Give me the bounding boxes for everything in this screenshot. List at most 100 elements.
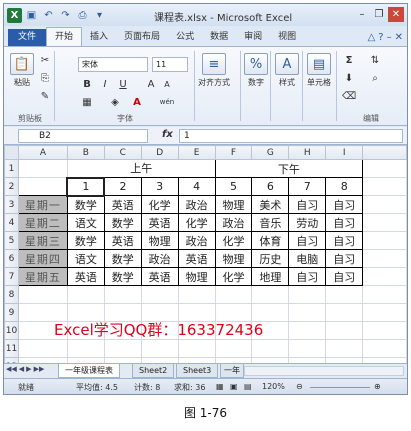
period-header[interactable]: 2 [103, 177, 142, 196]
schedule-cell[interactable]: 数学 [103, 249, 142, 268]
schedule-cell[interactable]: 英语 [177, 249, 216, 268]
save-icon[interactable]: ▣ [24, 8, 39, 23]
cell[interactable] [17, 285, 68, 304]
minimize-icon[interactable]: – [354, 7, 370, 22]
sort-filter-icon[interactable]: ⇅ [368, 53, 382, 67]
schedule-cell[interactable]: 英语 [103, 195, 142, 214]
column-header[interactable]: A [17, 145, 68, 160]
schedule-cell[interactable]: 自习 [288, 195, 327, 214]
bold-button[interactable]: B [80, 77, 94, 91]
cell[interactable] [288, 339, 327, 358]
column-header[interactable]: I [325, 145, 364, 160]
cell[interactable] [362, 339, 407, 358]
period-header[interactable]: 4 [177, 177, 216, 196]
schedule-cell[interactable]: 英语 [140, 213, 179, 232]
tab-page-layout[interactable]: 页面布局 [116, 29, 168, 46]
prev-sheet-icon[interactable]: ◀ [19, 365, 24, 373]
schedule-cell[interactable]: 化学 [140, 195, 179, 214]
zoom-out-icon[interactable]: ⊖ [296, 382, 303, 391]
row-header[interactable]: 8 [4, 285, 19, 304]
view-normal-icon[interactable]: ▦ [216, 382, 224, 391]
customize-icon[interactable]: ▾ [92, 8, 107, 23]
tab-view[interactable]: 视图 [270, 29, 304, 46]
column-header[interactable]: D [140, 145, 179, 160]
tab-formulas[interactable]: 公式 [168, 29, 202, 46]
schedule-cell[interactable]: 数学 [103, 213, 142, 232]
day-label[interactable]: 星期四 [17, 249, 68, 268]
schedule-cell[interactable]: 化学 [214, 231, 253, 250]
underline-button[interactable]: U [116, 77, 130, 91]
schedule-cell[interactable]: 自习 [325, 267, 364, 286]
formula-input[interactable]: 1 [179, 129, 403, 143]
sheet-tab[interactable]: 一年 [220, 364, 244, 378]
styles-button[interactable]: A 样式 [275, 53, 299, 88]
row-header[interactable]: 6 [4, 249, 19, 268]
column-header[interactable]: G [251, 145, 290, 160]
font-size-select[interactable]: 11 [152, 57, 188, 72]
period-header[interactable]: 3 [140, 177, 179, 196]
borders-icon[interactable]: ▦ [80, 95, 94, 109]
cell[interactable] [251, 339, 290, 358]
day-label[interactable]: 星期一 [17, 195, 68, 214]
afternoon-header[interactable]: 下午 [214, 159, 364, 178]
schedule-cell[interactable]: 物理 [214, 195, 253, 214]
zoom-slider[interactable] [310, 387, 370, 388]
schedule-cell[interactable]: 英语 [103, 231, 142, 250]
row-header[interactable]: 4 [4, 213, 19, 232]
schedule-cell[interactable]: 政治 [140, 249, 179, 268]
cell[interactable] [103, 285, 142, 304]
print-preview-icon[interactable]: ⎙ [75, 8, 90, 23]
schedule-cell[interactable]: 物理 [214, 249, 253, 268]
cell[interactable] [17, 339, 68, 358]
last-sheet-icon[interactable]: ▶▶ [34, 365, 45, 373]
grow-font-button[interactable]: A [144, 77, 158, 91]
column-header[interactable]: E [177, 145, 216, 160]
tab-data[interactable]: 数据 [202, 29, 236, 46]
row-header[interactable]: 9 [4, 303, 19, 322]
cell[interactable] [362, 195, 407, 214]
schedule-cell[interactable]: 自习 [325, 213, 364, 232]
morning-header[interactable]: 上午 [66, 159, 216, 178]
fill-color-icon[interactable]: ◈ [108, 95, 122, 109]
zoom-in-icon[interactable]: ⊕ [374, 382, 381, 391]
column-header[interactable]: H [288, 145, 327, 160]
view-layout-icon[interactable]: ▣ [230, 382, 238, 391]
schedule-cell[interactable]: 地理 [251, 267, 290, 286]
schedule-cell[interactable]: 音乐 [251, 213, 290, 232]
minimize-ribbon-icon[interactable]: △ [368, 32, 376, 43]
find-select-icon[interactable]: ⌕ [368, 71, 382, 85]
cell[interactable] [66, 285, 105, 304]
cell[interactable] [177, 339, 216, 358]
cell[interactable] [17, 159, 68, 178]
schedule-cell[interactable]: 自习 [325, 195, 364, 214]
view-pagebreak-icon[interactable]: ▤ [244, 382, 252, 391]
cell[interactable] [66, 339, 105, 358]
schedule-cell[interactable]: 自习 [288, 231, 327, 250]
cut-icon[interactable]: ✂ [38, 53, 52, 67]
cell[interactable] [103, 339, 142, 358]
schedule-cell[interactable]: 英语 [66, 267, 105, 286]
phonetic-button[interactable]: wén [154, 95, 180, 109]
period-header[interactable]: 6 [251, 177, 290, 196]
cell[interactable] [325, 303, 364, 322]
row-header[interactable]: 7 [4, 267, 19, 286]
row-header[interactable]: 5 [4, 231, 19, 250]
period-header[interactable]: 8 [325, 177, 364, 196]
cell[interactable] [325, 285, 364, 304]
cell[interactable] [140, 285, 179, 304]
cell[interactable] [288, 285, 327, 304]
workbook-minimize-icon[interactable]: – [387, 32, 392, 43]
cell[interactable] [362, 303, 407, 322]
cell[interactable] [362, 285, 407, 304]
tab-review[interactable]: 审阅 [236, 29, 270, 46]
cell[interactable] [251, 285, 290, 304]
cell[interactable] [362, 249, 407, 268]
excel-logo-icon[interactable]: X [7, 7, 22, 23]
cell[interactable] [288, 303, 327, 322]
help-icon[interactable]: ? [378, 32, 383, 43]
autosum-button[interactable]: Σ [342, 53, 356, 67]
italic-button[interactable]: I [98, 77, 112, 91]
schedule-cell[interactable]: 电脑 [288, 249, 327, 268]
schedule-cell[interactable]: 劳动 [288, 213, 327, 232]
column-header[interactable]: C [103, 145, 142, 160]
